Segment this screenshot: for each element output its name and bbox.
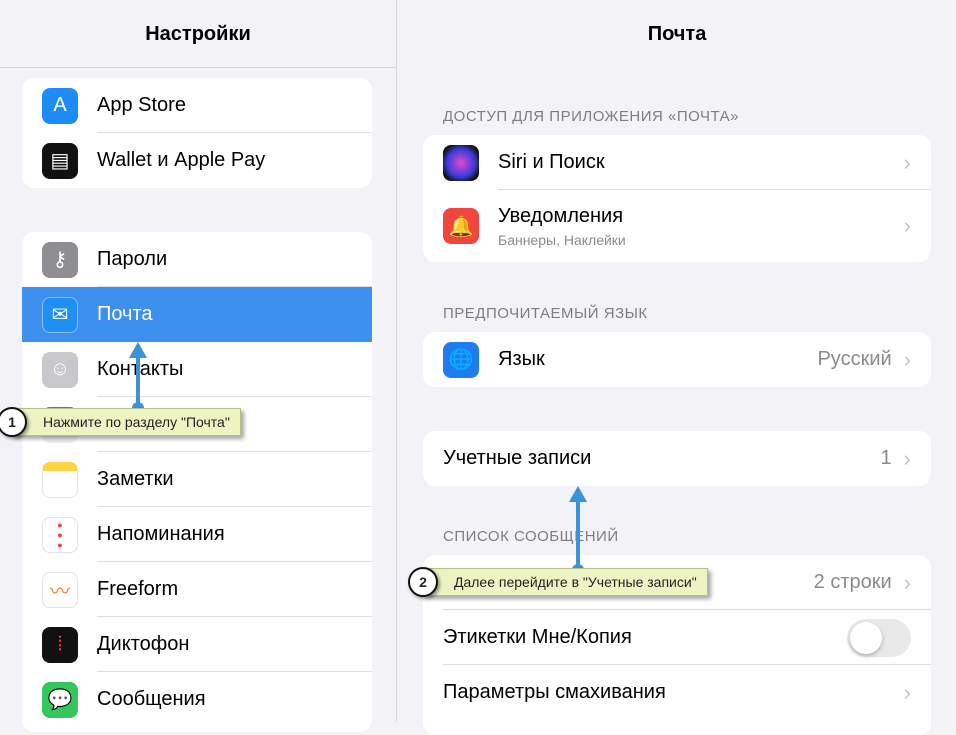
to-cc-labels-row: Этикетки Мне/Копия	[423, 610, 931, 665]
chevron-right-icon: ›	[903, 213, 911, 238]
chevron-right-icon: ›	[903, 569, 911, 595]
sidebar-item-passwords[interactable]: ⚷ Пароли	[22, 232, 372, 287]
sidebar-item-wallet[interactable]: ▤ Wallet и Apple Pay	[22, 133, 372, 188]
to-cc-labels-toggle[interactable]	[847, 618, 911, 657]
bell-icon: 🔔	[443, 208, 479, 244]
key-icon: ⚷	[42, 241, 78, 278]
chevron-right-icon: ›	[903, 346, 911, 372]
callout-1: 1 Нажмите по разделу "Почта"	[0, 407, 241, 437]
app-store-icon: A	[42, 87, 78, 124]
sidebar-item-messages[interactable]: 💬 Сообщения	[22, 672, 372, 727]
reminders-icon: ● ● ●	[42, 516, 78, 553]
pane-title: Почта	[647, 23, 707, 45]
access-group: Siri и Поиск › 🔔 Уведомления Баннеры, Накле…	[423, 135, 931, 262]
notifications-row[interactable]: 🔔 Уведомления Баннеры, Наклейки ›	[423, 190, 931, 262]
swipe-options-row[interactable]: Параметры смахивания ›	[423, 665, 931, 720]
contacts-icon: ☺	[42, 351, 78, 388]
globe-icon: 🌐	[443, 341, 479, 378]
sidebar-item-app-store[interactable]: A App Store	[22, 78, 372, 133]
siri-icon	[443, 144, 479, 181]
sidebar-item-notes[interactable]: Заметки	[22, 452, 372, 507]
wallet-icon: ▤	[42, 142, 78, 179]
language-group: 🌐 Язык Русский ›	[423, 332, 931, 387]
siri-search-row[interactable]: Siri и Поиск ›	[423, 135, 931, 190]
sidebar-group-1: A App Store ▤ Wallet и Apple Pay	[22, 78, 372, 188]
section-header-message-list: СПИСОК СООБЩЕНИЙ	[443, 528, 619, 545]
arrow-to-accounts	[569, 486, 587, 576]
chevron-right-icon: ›	[903, 679, 911, 705]
freeform-icon: 〰	[42, 571, 78, 608]
sidebar-item-voice-memos[interactable]: ⦙ Диктофон	[22, 617, 372, 672]
section-header-language: ПРЕДПОЧИТАЕМЫЙ ЯЗЫК	[443, 305, 648, 322]
sidebar-item-contacts[interactable]: ☺ Контакты	[22, 342, 372, 397]
settings-sidebar: Настройки A App Store ▤ Wallet и Apple Pay…	[0, 0, 397, 732]
chevron-right-icon: ›	[903, 445, 911, 471]
voice-memos-icon: ⦙	[42, 626, 78, 663]
sidebar-item-freeform[interactable]: 〰 Freeform	[22, 562, 372, 617]
sidebar-title: Настройки	[0, 0, 396, 68]
callout-2: 2 Далее перейдите в "Учетные записи"	[408, 567, 708, 597]
messages-icon: 💬	[42, 681, 78, 718]
sidebar-group-2: ⚷ Пароли ✉ Почта ☺ Контакты Заметки ● ● ● Напо…	[22, 232, 372, 732]
accounts-group: Учетные записи 1 ›	[423, 431, 931, 486]
chevron-right-icon: ›	[903, 149, 911, 175]
language-row[interactable]: 🌐 Язык Русский ›	[423, 332, 931, 387]
mail-icon: ✉	[42, 296, 78, 333]
sidebar-item-reminders[interactable]: ● ● ● Напоминания	[22, 507, 372, 562]
notes-icon	[42, 461, 78, 498]
arrow-to-mail	[129, 342, 147, 414]
sidebar-item-mail[interactable]: ✉ Почта	[22, 287, 372, 342]
section-header-access: ДОСТУП ДЛЯ ПРИЛОЖЕНИЯ «ПОЧТА»	[443, 108, 739, 125]
accounts-row[interactable]: Учетные записи 1 ›	[423, 431, 931, 486]
